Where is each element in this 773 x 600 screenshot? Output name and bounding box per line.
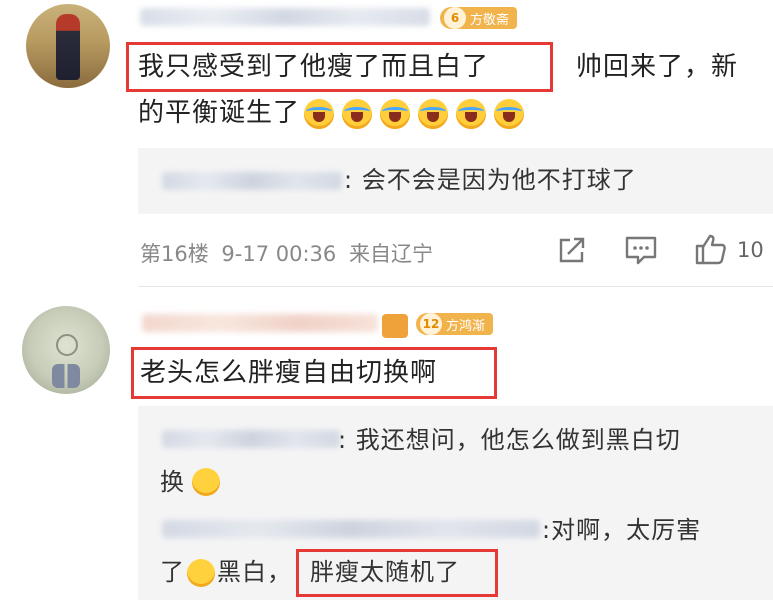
avatar[interactable]	[22, 306, 110, 394]
reply-text-line2-text: 换	[160, 468, 185, 496]
comment-text-highlight: 老头怎么胖瘦自由切换啊	[140, 358, 438, 388]
comment-divider	[138, 286, 773, 287]
location: 来自辽宁	[348, 242, 433, 266]
reply-text: :对啊，太厉害	[542, 516, 702, 544]
avatar-figure	[56, 14, 80, 80]
badge-label: 方敬斋	[470, 12, 510, 28]
reply-text-part: 黑白，	[217, 558, 292, 586]
comment-meta: 第16楼 9-17 00:36 来自辽宁	[140, 238, 433, 268]
comment-icon[interactable]	[624, 234, 658, 266]
avatar-feet	[52, 364, 80, 388]
username-redacted[interactable]	[140, 8, 430, 26]
user-badge[interactable]: 12 方鸿渐	[416, 313, 494, 335]
crying-emoji-icon	[304, 98, 335, 129]
comment-text-line2: 的平衡诞生了	[138, 92, 532, 134]
pleading-emoji-icon	[192, 468, 220, 496]
username-redacted[interactable]	[142, 314, 378, 332]
like-icon[interactable]	[694, 232, 728, 266]
comment-text-highlight: 我只感受到了他瘦了而且白了	[138, 52, 490, 82]
reply-text: : 我还想问，他怎么做到黑白切	[338, 426, 681, 454]
user-badge[interactable]: 6 方敬斋	[440, 7, 518, 29]
crying-emoji-icon	[494, 98, 525, 129]
reply-text-highlight: 胖瘦太随机了	[310, 558, 460, 586]
avatar[interactable]	[26, 4, 110, 88]
reply-text-part: 了	[160, 558, 185, 586]
badge-label: 方鸿渐	[446, 318, 486, 334]
vip-icon	[382, 314, 408, 338]
floor-number: 第16楼	[140, 242, 209, 266]
crying-emoji-icon	[380, 98, 411, 129]
timestamp: 9-17 00:36	[221, 242, 337, 266]
reply-username-redacted[interactable]	[162, 520, 540, 538]
share-icon[interactable]	[556, 234, 588, 266]
reply-username-redacted[interactable]	[162, 172, 342, 190]
comment-text-rest: 帅回来了，新	[576, 52, 739, 82]
like-count: 10	[737, 238, 764, 262]
thinking-emoji-icon	[187, 559, 215, 587]
reply-username-redacted[interactable]	[162, 430, 340, 448]
avatar-symbol	[56, 334, 78, 356]
comment-text-line2-text: 的平衡诞生了	[138, 98, 301, 128]
reply-text-line2: 换	[160, 462, 220, 502]
crying-emoji-icon	[456, 98, 487, 129]
badge-level-icon: 6	[444, 7, 466, 29]
crying-emoji-icon	[418, 98, 449, 129]
reply-section[interactable]: : 会不会是因为他不打球了	[138, 148, 773, 214]
badge-level-icon: 12	[420, 313, 442, 335]
reply-text: : 会不会是因为他不打球了	[344, 166, 637, 194]
reply-text-line2: 了 黑白，	[160, 552, 292, 592]
crying-emoji-icon	[342, 98, 373, 129]
